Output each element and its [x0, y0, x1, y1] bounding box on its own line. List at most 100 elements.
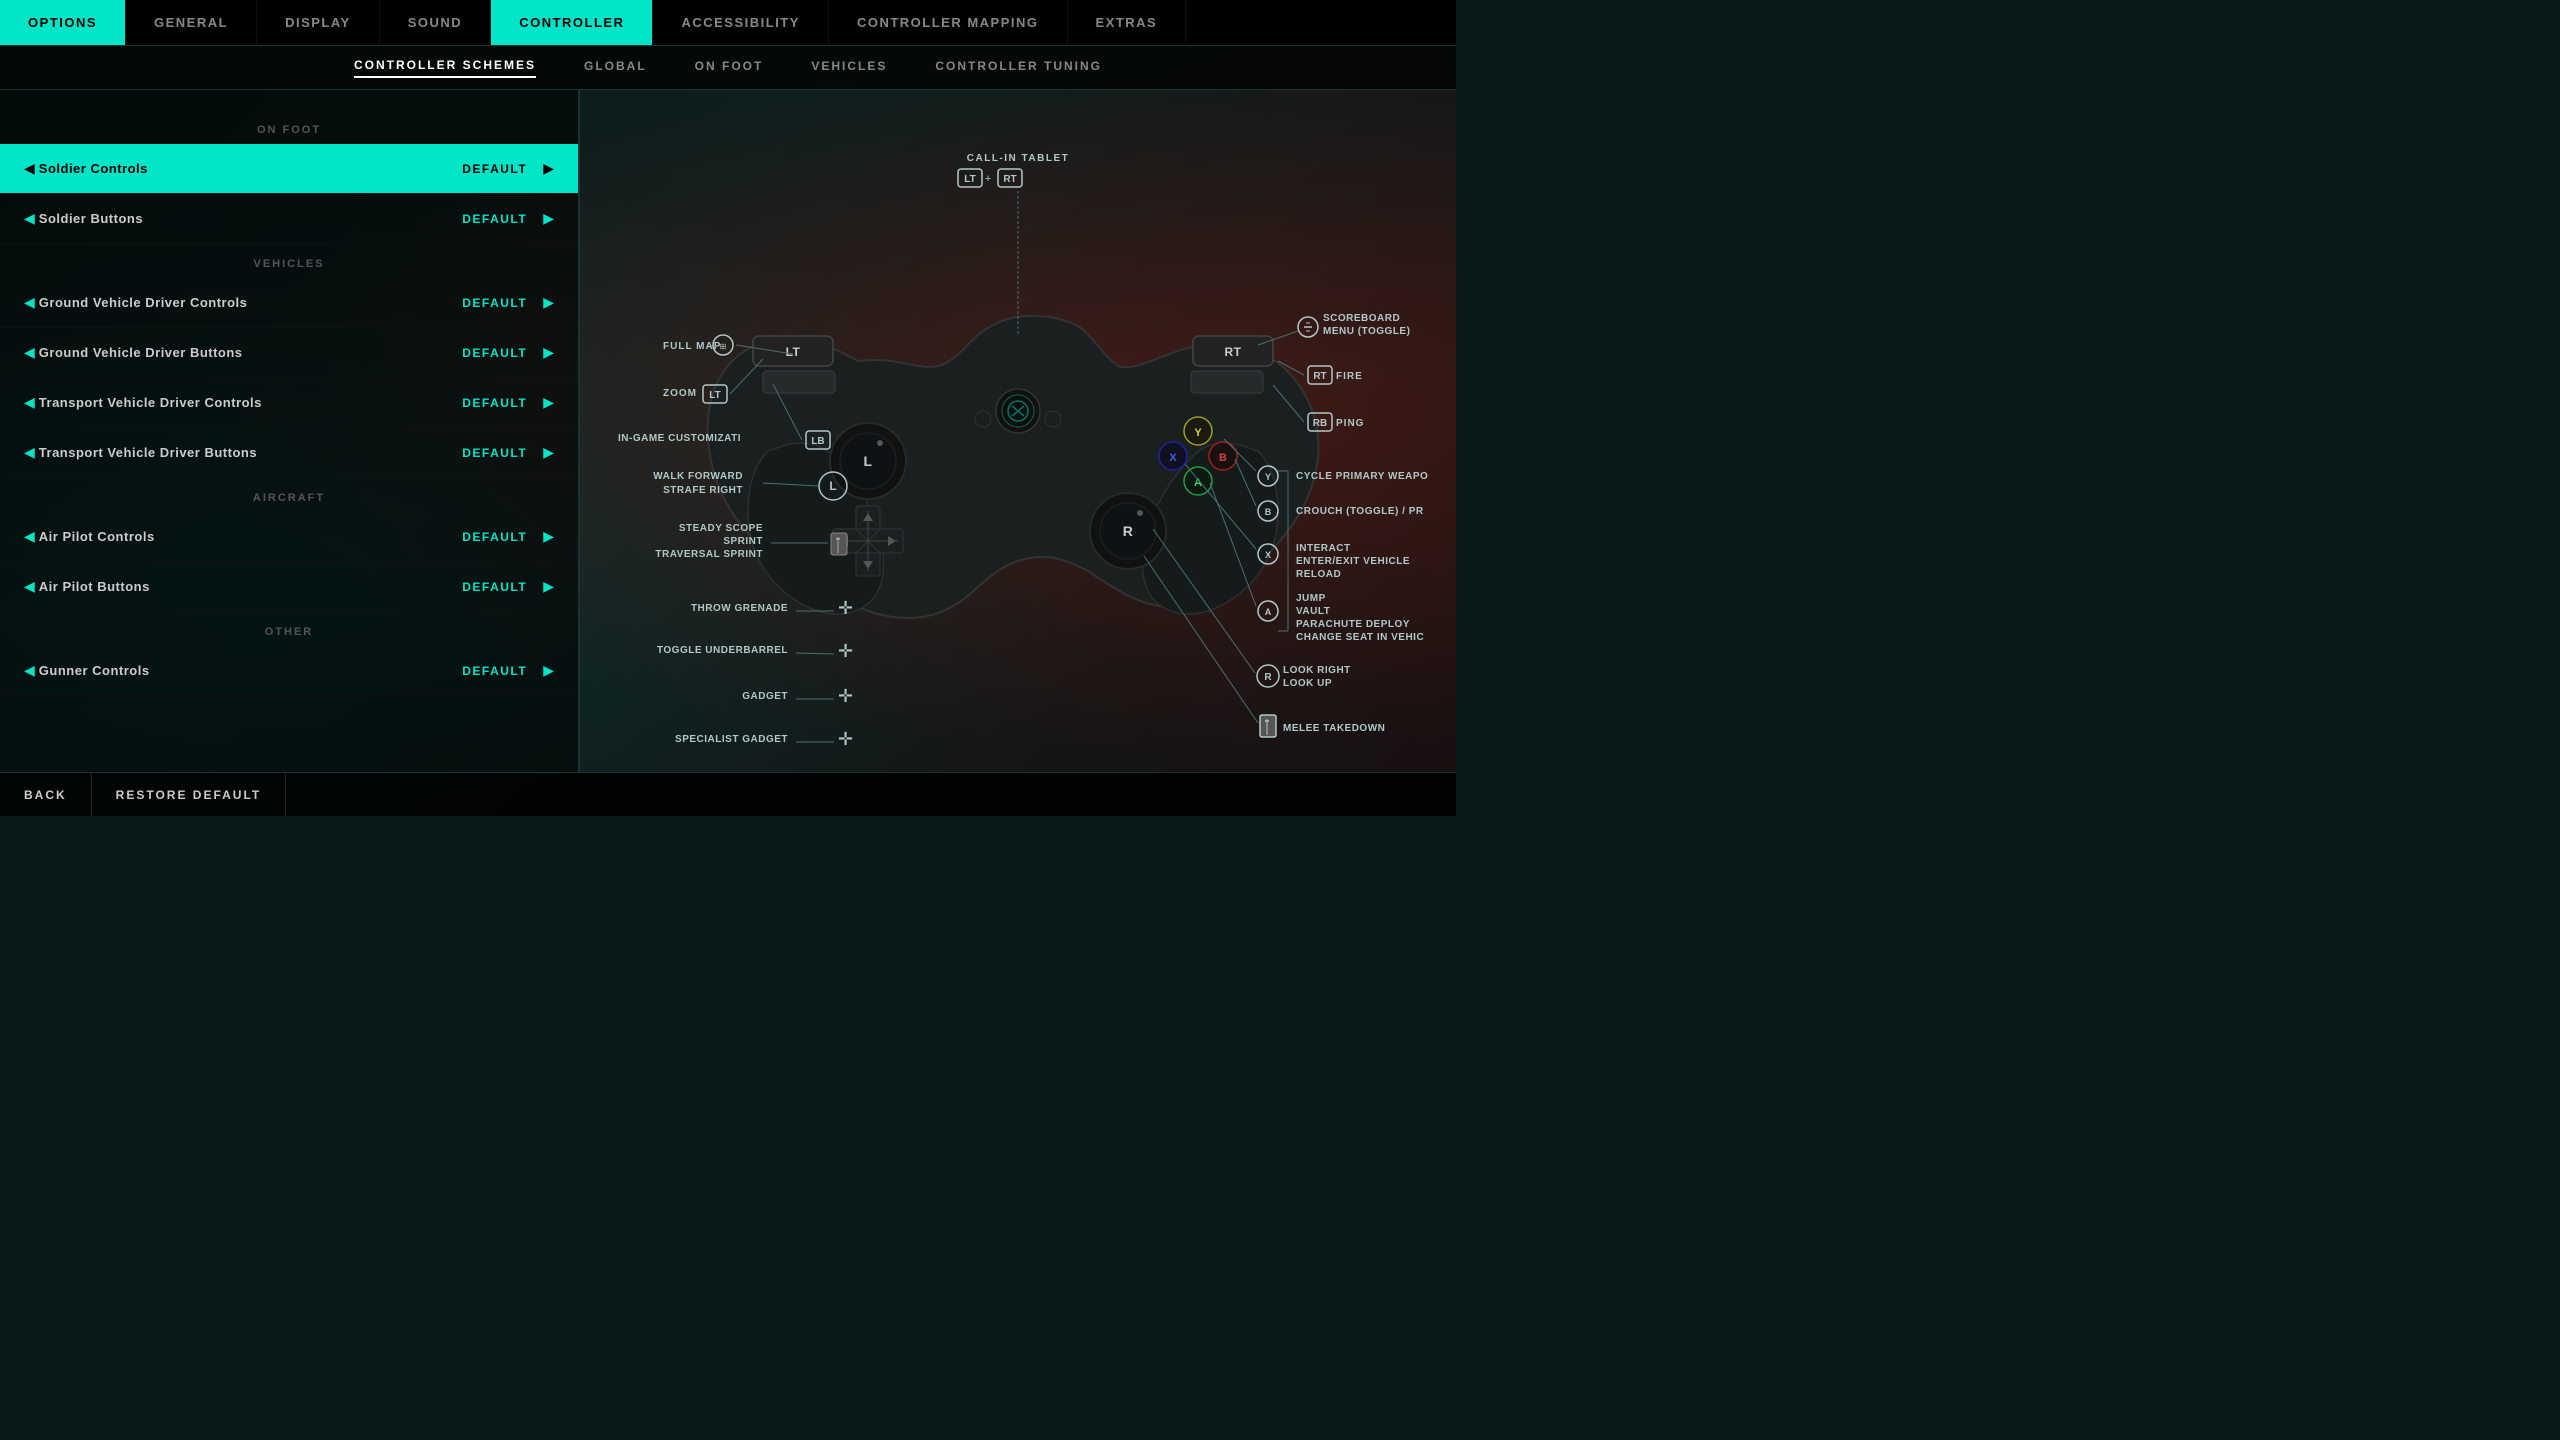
svg-text:Y: Y	[1194, 427, 1202, 439]
scheme-gdb-name: Ground Vehicle Driver Buttons	[39, 345, 450, 360]
label-toggle-underbarrel: TOGGLE UNDERBARREL	[657, 645, 788, 656]
arrow-left-gc[interactable]: ◀	[20, 662, 39, 679]
subnav-schemes[interactable]: CONTROLLER SCHEMES	[354, 58, 536, 78]
nav-accessibility[interactable]: ACCESSIBILITY	[653, 0, 828, 45]
scheme-transport-driver-buttons[interactable]: ◀ Transport Vehicle Driver Buttons DEFAU…	[0, 428, 578, 478]
scheme-soldier-buttons[interactable]: ◀ Soldier Buttons DEFAULT ▶	[0, 194, 578, 244]
scheme-apb-value: DEFAULT	[462, 580, 527, 594]
svg-text:A: A	[1265, 607, 1272, 617]
scheme-apb-name: Air Pilot Buttons	[39, 579, 450, 594]
arrow-right-tdc[interactable]: ▶	[539, 394, 558, 411]
right-panel: LT RT	[580, 90, 1456, 772]
arrow-left-gdb[interactable]: ◀	[20, 344, 39, 361]
arrow-right-gdc[interactable]: ▶	[539, 294, 558, 311]
svg-text:✛: ✛	[838, 686, 853, 706]
arrow-right-soldier-controls[interactable]: ▶	[539, 160, 558, 177]
nav-extras[interactable]: EXTRAS	[1068, 0, 1187, 45]
svg-text:RB: RB	[1313, 418, 1327, 429]
label-callin-tablet: CALL-IN TABLET	[967, 153, 1069, 164]
svg-text:RT: RT	[1225, 345, 1242, 359]
arrow-right-apc[interactable]: ▶	[539, 528, 558, 545]
svg-text:RT: RT	[1003, 174, 1016, 185]
nav-display[interactable]: DISPLAY	[257, 0, 380, 45]
nav-general[interactable]: GENERAL	[126, 0, 257, 45]
arrow-right-gc[interactable]: ▶	[539, 662, 558, 679]
label-look-right: LOOK RIGHT	[1283, 665, 1351, 676]
section-vehicles: VEHICLES	[0, 244, 578, 278]
restore-default-button[interactable]: RESTORE DEFAULT	[92, 773, 287, 816]
scheme-apc-value: DEFAULT	[462, 530, 527, 544]
scheme-gdc-value: DEFAULT	[462, 296, 527, 310]
nav-controller-mapping[interactable]: CONTROLLER MAPPING	[829, 0, 1068, 45]
scheme-tdb-value: DEFAULT	[462, 446, 527, 460]
scheme-transport-driver-controls[interactable]: ◀ Transport Vehicle Driver Controls DEFA…	[0, 378, 578, 428]
section-aircraft: AIRCRAFT	[0, 478, 578, 512]
svg-text:LT: LT	[709, 390, 720, 401]
scheme-ground-driver-buttons[interactable]: ◀ Ground Vehicle Driver Buttons DEFAULT …	[0, 328, 578, 378]
nav-sound[interactable]: SOUND	[380, 0, 491, 45]
sub-navigation: CONTROLLER SCHEMES GLOBAL ON FOOT VEHICL…	[0, 46, 1456, 90]
label-walk-forward: WALK FORWARD	[653, 471, 743, 482]
subnav-vehicles[interactable]: VEHICLES	[811, 59, 887, 77]
svg-text:LT: LT	[786, 345, 801, 359]
label-interact: INTERACT	[1296, 543, 1351, 554]
scheme-gdc-name: Ground Vehicle Driver Controls	[39, 295, 450, 310]
svg-text:R: R	[1264, 672, 1272, 683]
label-melee-takedown: MELEE TAKEDOWN	[1283, 723, 1385, 734]
arrow-right-tdb[interactable]: ▶	[539, 444, 558, 461]
scheme-air-pilot-buttons[interactable]: ◀ Air Pilot Buttons DEFAULT ▶	[0, 562, 578, 612]
arrow-left-soldier-buttons[interactable]: ◀	[20, 210, 39, 227]
svg-text:B: B	[1219, 452, 1227, 464]
back-button[interactable]: BACK	[0, 773, 92, 816]
svg-text:⊞: ⊞	[720, 342, 727, 351]
label-jump: JUMP	[1296, 593, 1326, 604]
label-specialist-gadget: SPECIALIST GADGET	[675, 734, 788, 745]
svg-text:+: +	[985, 173, 991, 185]
scheme-apc-name: Air Pilot Controls	[39, 529, 450, 544]
left-panel: ON FOOT ◀ Soldier Controls DEFAULT ▶ ◀ S…	[0, 90, 580, 772]
scheme-soldier-controls[interactable]: ◀ Soldier Controls DEFAULT ▶	[0, 144, 578, 194]
arrow-right-apb[interactable]: ▶	[539, 578, 558, 595]
label-sprint: SPRINT	[723, 536, 763, 547]
arrow-left-tdc[interactable]: ◀	[20, 394, 39, 411]
subnav-global[interactable]: GLOBAL	[584, 59, 647, 77]
arrow-left-tdb[interactable]: ◀	[20, 444, 39, 461]
label-gadget: GADGET	[742, 691, 788, 702]
controller-body: LT RT	[708, 316, 1319, 618]
label-traversal-sprint: TRAVERSAL SPRINT	[655, 549, 763, 560]
arrow-right-gdb[interactable]: ▶	[539, 344, 558, 361]
arrow-left-gdc[interactable]: ◀	[20, 294, 39, 311]
subnav-tuning[interactable]: CONTROLLER TUNING	[935, 59, 1102, 77]
arrow-right-soldier-buttons[interactable]: ▶	[539, 210, 558, 227]
controller-area: LT RT	[580, 90, 1456, 772]
arrow-left-apc[interactable]: ◀	[20, 528, 39, 545]
svg-text:R: R	[1123, 523, 1134, 539]
scheme-air-pilot-controls[interactable]: ◀ Air Pilot Controls DEFAULT ▶	[0, 512, 578, 562]
scheme-tdc-name: Transport Vehicle Driver Controls	[39, 395, 450, 410]
arrow-left-soldier-controls[interactable]: ◀	[20, 160, 39, 177]
top-navigation: OPTIONS GENERAL DISPLAY SOUND CONTROLLER…	[0, 0, 1456, 46]
label-crouch: CROUCH (TOGGLE) / PR	[1296, 506, 1424, 517]
svg-text:L: L	[829, 479, 836, 493]
scheme-ground-driver-controls[interactable]: ◀ Ground Vehicle Driver Controls DEFAULT…	[0, 278, 578, 328]
svg-text:✛: ✛	[838, 598, 853, 618]
label-change-seat: CHANGE SEAT IN VEHIC	[1296, 632, 1424, 643]
bottom-bar: BACK RESTORE DEFAULT	[0, 772, 1456, 816]
label-steady-scope: STEADY SCOPE	[679, 523, 763, 534]
scheme-gunner-controls[interactable]: ◀ Gunner Controls DEFAULT ▶	[0, 646, 578, 696]
subnav-on-foot[interactable]: ON FOOT	[695, 59, 764, 77]
label-cycle-primary: CYCLE PRIMARY WEAPO	[1296, 471, 1428, 482]
label-scoreboard2: MENU (TOGGLE)	[1323, 326, 1410, 337]
scheme-soldier-controls-value: DEFAULT	[462, 162, 527, 176]
scheme-tdc-value: DEFAULT	[462, 396, 527, 410]
nav-options[interactable]: OPTIONS	[0, 0, 126, 45]
svg-text:RT: RT	[1313, 371, 1326, 382]
scheme-soldier-buttons-value: DEFAULT	[462, 212, 527, 226]
scheme-gdb-value: DEFAULT	[462, 346, 527, 360]
svg-text:LT: LT	[964, 174, 975, 185]
nav-controller[interactable]: CONTROLLER	[491, 0, 653, 45]
label-ingame-custom: IN-GAME CUSTOMIZATI	[618, 433, 741, 444]
arrow-left-apb[interactable]: ◀	[20, 578, 39, 595]
label-parachute: PARACHUTE DEPLOY	[1296, 619, 1410, 630]
svg-text:X: X	[1265, 550, 1271, 560]
